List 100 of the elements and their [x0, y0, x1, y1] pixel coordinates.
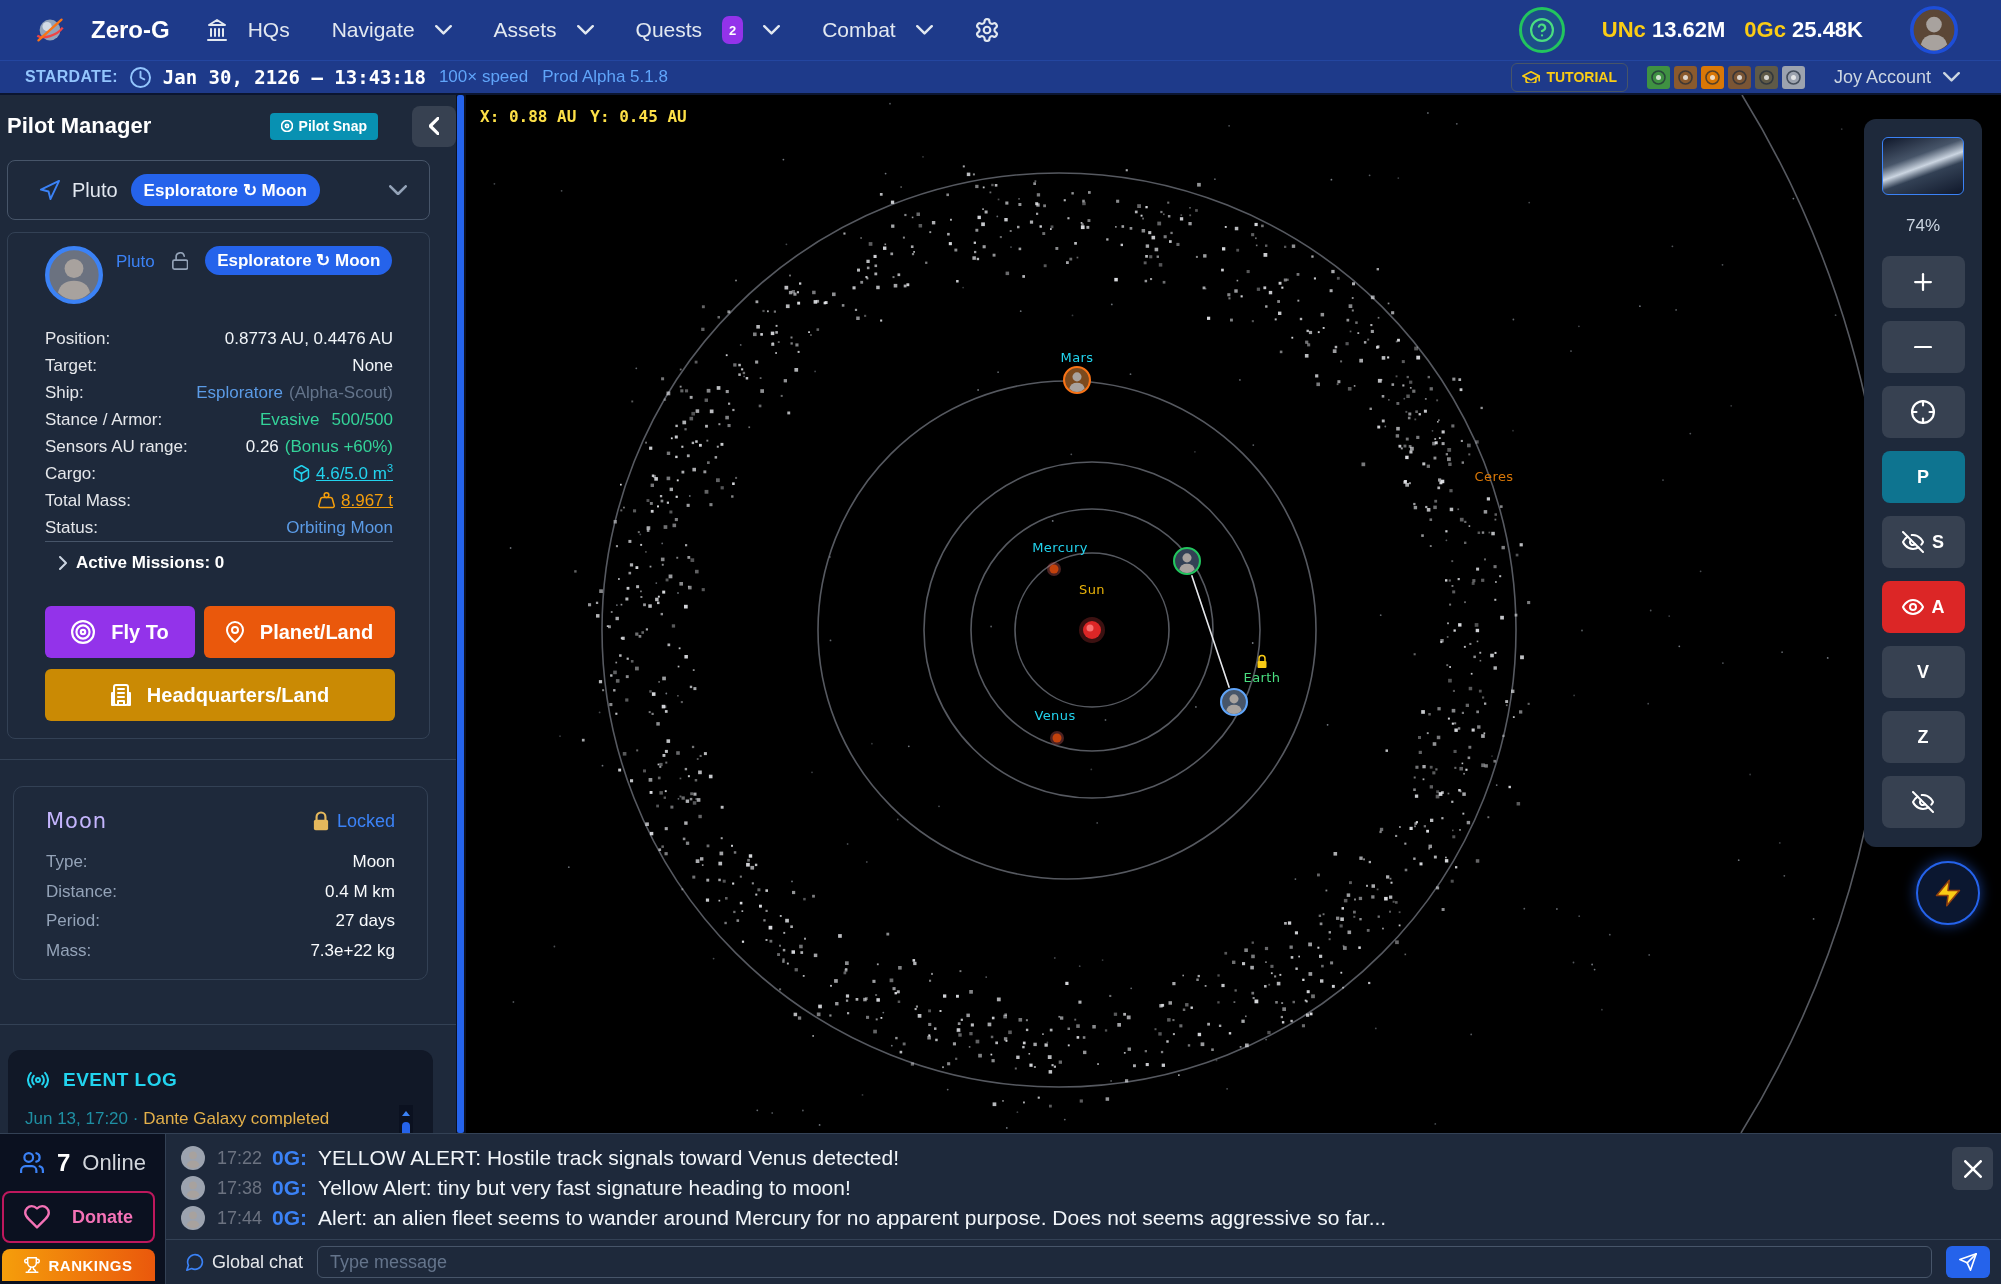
message-time: 17:22	[217, 1147, 263, 1169]
user-avatar[interactable]	[1910, 6, 1958, 54]
panel-title: Pilot Manager	[7, 113, 152, 139]
planet-marker	[1050, 731, 1064, 745]
map-label[interactable]: Earth	[1243, 669, 1281, 685]
photo-placeholder[interactable]	[1882, 137, 1964, 195]
mass-link[interactable]: 8.967 t	[341, 490, 393, 511]
unlock-icon[interactable]	[171, 252, 189, 270]
pilot-snap-button[interactable]: Pilot Snap	[269, 112, 378, 140]
layer-toggle-button[interactable]: P	[1881, 451, 1965, 503]
recenter-button[interactable]	[1881, 386, 1965, 438]
planet-land-button[interactable]: Planet/Land	[204, 606, 395, 658]
achievement-badge-icon[interactable]	[1673, 65, 1697, 89]
stardate-value: Jan 30, 2126 — 13:43:18	[162, 66, 426, 88]
donate-button[interactable]: Donate	[2, 1191, 155, 1243]
minus-icon	[1914, 345, 1932, 349]
channel-tab[interactable]: Global chat	[186, 1251, 304, 1273]
pilot-marker[interactable]	[1173, 547, 1201, 575]
send-icon	[1959, 1253, 1977, 1271]
scrollbar[interactable]	[456, 95, 466, 1133]
coordinate-readout: X: 0.88 AU	[480, 107, 577, 126]
pilot-selector[interactable]: Pluto Esploratore ↻ Moon	[7, 160, 430, 220]
currency-balance: UNc 13.62M	[1601, 17, 1726, 43]
detail-label: Stance / Armor:	[45, 409, 163, 430]
message-sender: 0G:	[272, 1176, 308, 1200]
version-label: Prod Alpha 5.1.8	[542, 67, 668, 87]
detail-value: None	[352, 355, 393, 376]
nav-dropdown[interactable]: Combat	[822, 18, 933, 42]
detail-value: 0.26 (Bonus +60%)	[245, 436, 393, 457]
info-value: Moon	[352, 851, 395, 872]
send-button[interactable]	[1946, 1246, 1990, 1278]
achievement-badge-icon[interactable]	[1754, 65, 1778, 89]
nav-dropdown[interactable]: Assets	[493, 18, 594, 42]
chevron-down-icon	[915, 25, 933, 35]
sun-marker	[1079, 617, 1105, 643]
info-label: Period:	[46, 911, 100, 932]
detail-label: Position:	[45, 328, 111, 349]
chevron-down-icon	[389, 184, 407, 196]
account-menu[interactable]: Joy Account	[1833, 66, 1960, 88]
lightning-icon	[1935, 879, 1961, 907]
help-button[interactable]	[1518, 7, 1565, 53]
planet-marker	[1047, 562, 1061, 576]
chevron-down-icon	[763, 25, 781, 35]
layer-toggle-button[interactable]: S	[1881, 516, 1965, 568]
zoom-level: 74%	[1906, 216, 1940, 236]
scrollbar[interactable]	[399, 1104, 413, 1133]
trophy-icon	[24, 1257, 41, 1273]
map-label[interactable]: Mars	[1060, 349, 1094, 365]
pilot-marker[interactable]	[1063, 366, 1091, 394]
detail-value: Orbiting Moon	[286, 517, 393, 538]
map-label[interactable]: Ceres	[1474, 468, 1514, 484]
map-label[interactable]: Sun	[1079, 581, 1105, 597]
cube-icon	[293, 465, 310, 482]
close-button[interactable]	[1952, 1147, 1993, 1190]
achievement-badge-icon[interactable]	[1700, 65, 1724, 89]
nav-dropdown[interactable]: Quests 2	[635, 16, 781, 44]
map-label[interactable]: Mercury	[1032, 539, 1088, 555]
tutorial-button[interactable]: TUTORIAL	[1511, 62, 1628, 92]
achievement-badge-icon[interactable]	[1646, 65, 1670, 89]
layer-toggle-button[interactable]: Z	[1881, 711, 1965, 763]
settings-icon[interactable]	[974, 18, 999, 42]
stardate-label: STARDATE:	[25, 68, 118, 86]
message-input[interactable]: Type message	[317, 1246, 1932, 1278]
quick-action-button[interactable]	[1916, 861, 1980, 925]
navigation-icon	[39, 179, 60, 201]
map-label[interactable]: Venus	[1034, 707, 1076, 723]
detail-label: Ship:	[45, 382, 84, 403]
info-label: Mass:	[46, 940, 92, 961]
count-badge: 2	[722, 16, 744, 44]
fly-to-button[interactable]: Fly To	[45, 606, 195, 658]
info-value: 27 days	[335, 911, 395, 932]
message-time: 17:38	[217, 1177, 263, 1199]
nav-link[interactable]: HQs	[205, 18, 290, 42]
user-avatar-icon	[181, 1206, 205, 1230]
layer-toggle-button[interactable]	[1881, 776, 1965, 828]
detail-value: Esploratore (Alpha-Scout)	[196, 382, 393, 403]
pilot-marker[interactable]	[1220, 688, 1248, 716]
nav-dropdown[interactable]: Navigate	[331, 18, 452, 42]
cargo-link[interactable]: 4.6/5.0 m$^{3}$	[316, 463, 393, 484]
achievement-badge-icon[interactable]	[1727, 65, 1751, 89]
detail-label: Total Mass:	[45, 490, 131, 511]
assignment-tag: Esploratore ↻ Moon	[205, 246, 393, 275]
planet-logo-icon[interactable]	[35, 17, 65, 43]
detail-label: Target:	[45, 355, 97, 376]
message-text: YELLOW ALERT: Hostile track signals toward Venus detected!	[318, 1146, 899, 1170]
detail-label: Sensors AU range:	[45, 436, 188, 457]
info-label: Distance:	[46, 881, 117, 902]
detail-label: Cargo:	[45, 463, 97, 484]
collapse-button[interactable]	[412, 105, 456, 147]
plus-icon	[1914, 273, 1932, 291]
graduation-cap-icon	[1522, 71, 1541, 83]
layer-toggle-button[interactable]: A	[1881, 581, 1965, 633]
chevron-down-icon	[1943, 72, 1960, 82]
missions-toggle[interactable]: Active Missions: 0	[45, 541, 393, 583]
layer-toggle-button[interactable]: V	[1881, 646, 1965, 698]
achievement-badge-icon[interactable]	[1781, 65, 1805, 89]
currency-balance: 0Gc 25.48K	[1744, 17, 1863, 43]
chevron-down-icon	[434, 25, 452, 35]
pilot-name-link[interactable]: Pluto	[116, 252, 155, 272]
close-icon	[1963, 1159, 1982, 1178]
